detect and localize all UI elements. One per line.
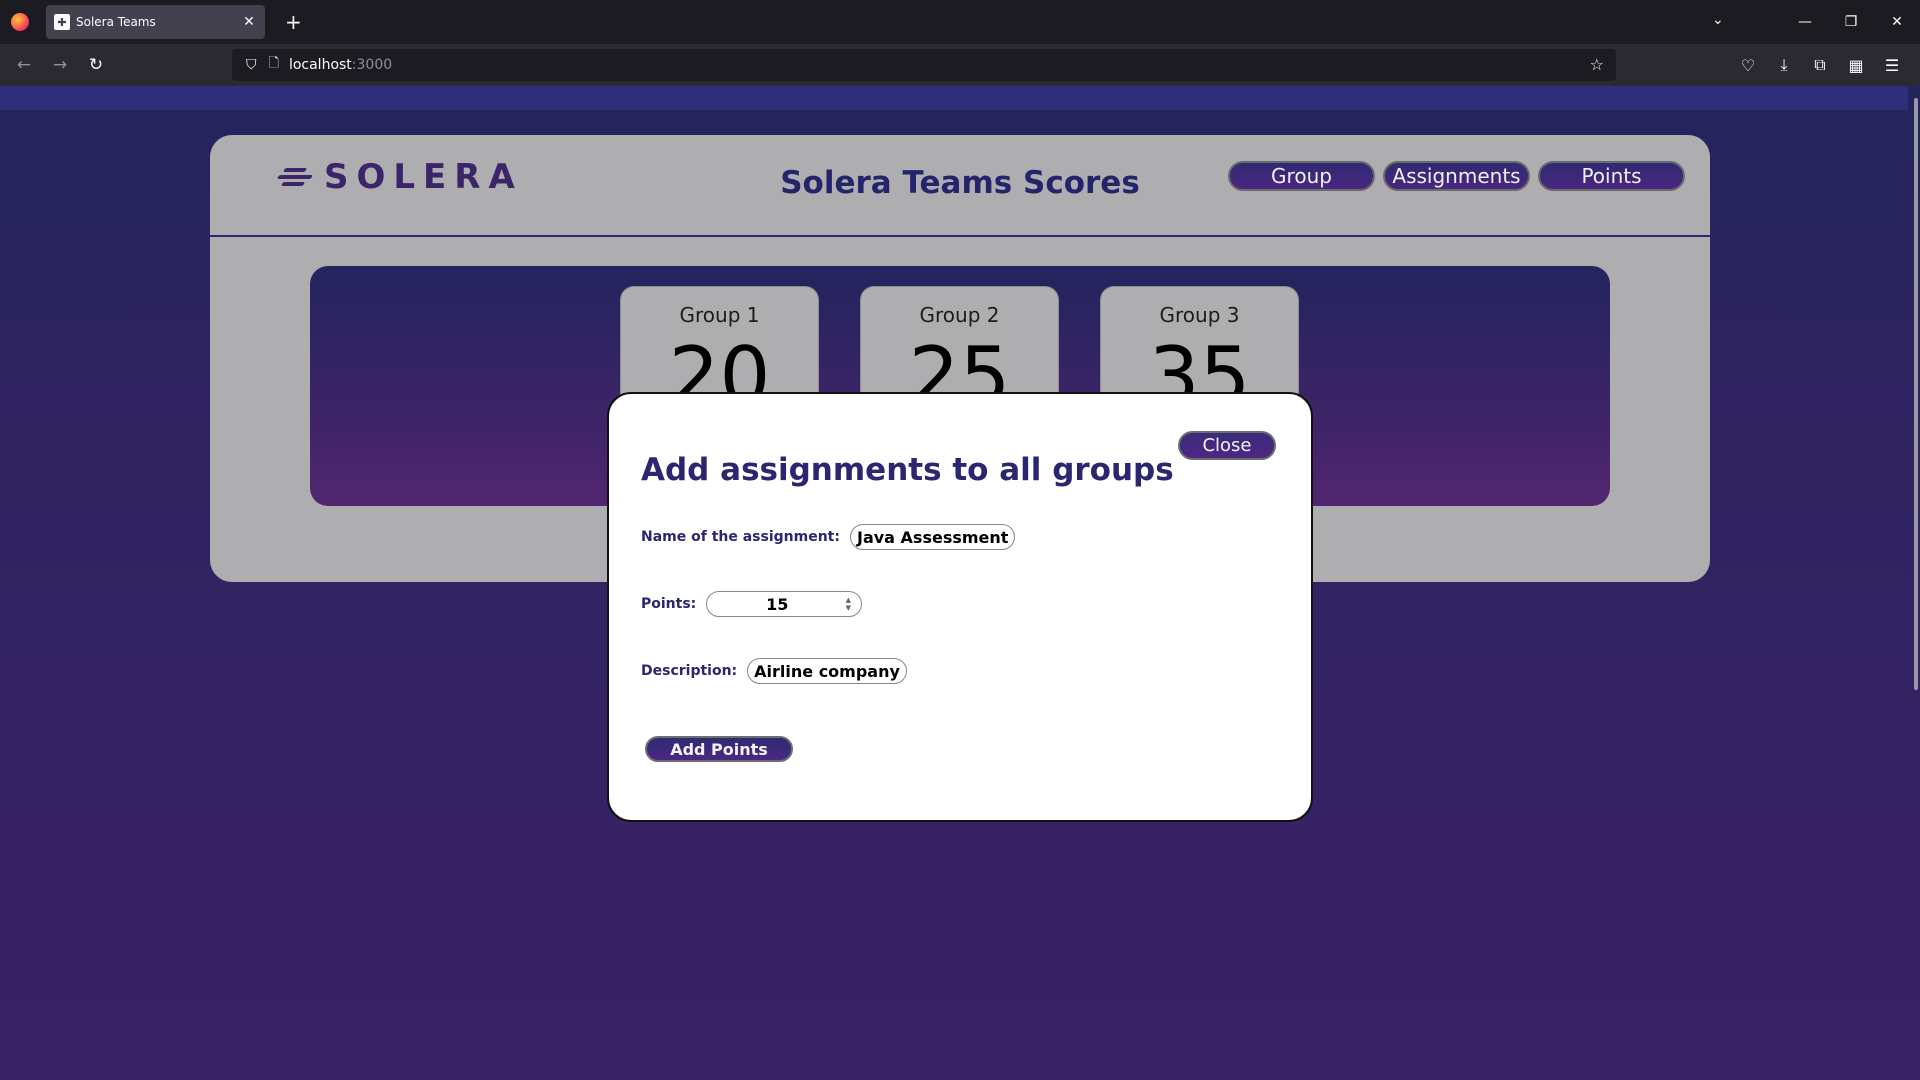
- minimize-icon[interactable]: —: [1782, 14, 1828, 30]
- group-name: Group 2: [919, 303, 1000, 327]
- description-row: Description: Airline company: [641, 658, 907, 684]
- solera-logo-mark-icon: [276, 162, 314, 192]
- add-assignment-modal: Close Add assignments to all groups Name…: [607, 392, 1313, 822]
- new-tab-icon[interactable]: +: [285, 10, 302, 34]
- bookmark-star-icon[interactable]: ☆: [1590, 55, 1604, 74]
- window-controls: — ❐ ✕: [1782, 0, 1920, 44]
- forward-icon[interactable]: →: [42, 55, 78, 75]
- restore-icon[interactable]: ❐: [1828, 14, 1874, 30]
- reload-icon[interactable]: ↻: [78, 55, 114, 75]
- description-label: Description:: [641, 663, 738, 679]
- menu-icon[interactable]: ☰: [1874, 56, 1910, 75]
- browser-tab[interactable]: ✚ Solera Teams ✕: [46, 5, 265, 39]
- points-value: 15: [766, 594, 789, 614]
- toolbar-right: ♡ ⤓ ⧉ ▦ ☰: [1730, 44, 1910, 86]
- url-bar[interactable]: ⛉ 🗋 localhost:3000 ☆: [232, 49, 1616, 81]
- url-port: :3000: [351, 57, 393, 73]
- scrollbar[interactable]: [1914, 98, 1918, 690]
- app-header: SOLERA Solera Teams Scores Group Assignm…: [210, 135, 1710, 237]
- group-name: Group 1: [679, 303, 760, 327]
- solera-logo: SOLERA: [276, 157, 523, 197]
- stepper-up-icon[interactable]: ▲: [846, 596, 851, 604]
- browser-navbar: ← → ↻ ⛉ 🗋 localhost:3000 ☆ ♡ ⤓ ⧉ ▦ ☰: [0, 44, 1920, 86]
- tab-title: Solera Teams: [76, 15, 156, 29]
- points-stepper[interactable]: ▲ ▼: [841, 594, 855, 614]
- top-strip: [0, 86, 1908, 110]
- points-input[interactable]: 15 ▲ ▼: [706, 591, 863, 617]
- page-info-icon[interactable]: 🗋: [269, 54, 279, 76]
- add-points-button[interactable]: Add Points: [645, 736, 793, 762]
- nav-assignments-button[interactable]: Assignments: [1383, 161, 1530, 191]
- assignment-name-label: Name of the assignment:: [641, 529, 840, 545]
- nav-points-button[interactable]: Points: [1538, 161, 1685, 191]
- main-nav: Group Assignments Points: [1228, 161, 1685, 191]
- page-title: Solera Teams Scores: [780, 165, 1140, 201]
- group-name: Group 3: [1159, 303, 1240, 327]
- tab-favicon-icon: ✚: [54, 14, 70, 30]
- firefox-logo-icon: [11, 13, 29, 31]
- tracking-shield-icon[interactable]: ⛉: [246, 57, 257, 73]
- back-icon[interactable]: ←: [6, 55, 42, 75]
- nav-group-button[interactable]: Group: [1228, 161, 1375, 191]
- points-label: Points:: [641, 596, 697, 612]
- tab-list-chevron-icon[interactable]: ⌄: [1712, 12, 1724, 28]
- modal-title: Add assignments to all groups: [641, 452, 1174, 488]
- logo-text: SOLERA: [324, 157, 523, 197]
- qr-code-icon[interactable]: ▦: [1838, 56, 1874, 75]
- browser-titlebar: ✚ Solera Teams ✕ + ⌄ — ❐ ✕: [0, 0, 1920, 44]
- url-host: localhost: [288, 57, 352, 73]
- stepper-down-icon[interactable]: ▼: [846, 604, 851, 612]
- extensions-icon[interactable]: ⧉: [1802, 55, 1838, 75]
- tab-close-icon[interactable]: ✕: [241, 14, 257, 30]
- downloads-icon[interactable]: ⤓: [1766, 55, 1802, 75]
- points-row: Points: 15 ▲ ▼: [641, 591, 863, 617]
- assignment-name-input[interactable]: Java Assessment: [849, 524, 1016, 550]
- close-button[interactable]: Close: [1178, 431, 1276, 460]
- assignment-name-row: Name of the assignment: Java Assessment: [641, 524, 1016, 550]
- window-close-icon[interactable]: ✕: [1874, 14, 1920, 30]
- description-input[interactable]: Airline company: [747, 658, 907, 684]
- pocket-icon[interactable]: ♡: [1730, 56, 1766, 75]
- page-viewport: SOLERA Solera Teams Scores Group Assignm…: [0, 86, 1920, 1080]
